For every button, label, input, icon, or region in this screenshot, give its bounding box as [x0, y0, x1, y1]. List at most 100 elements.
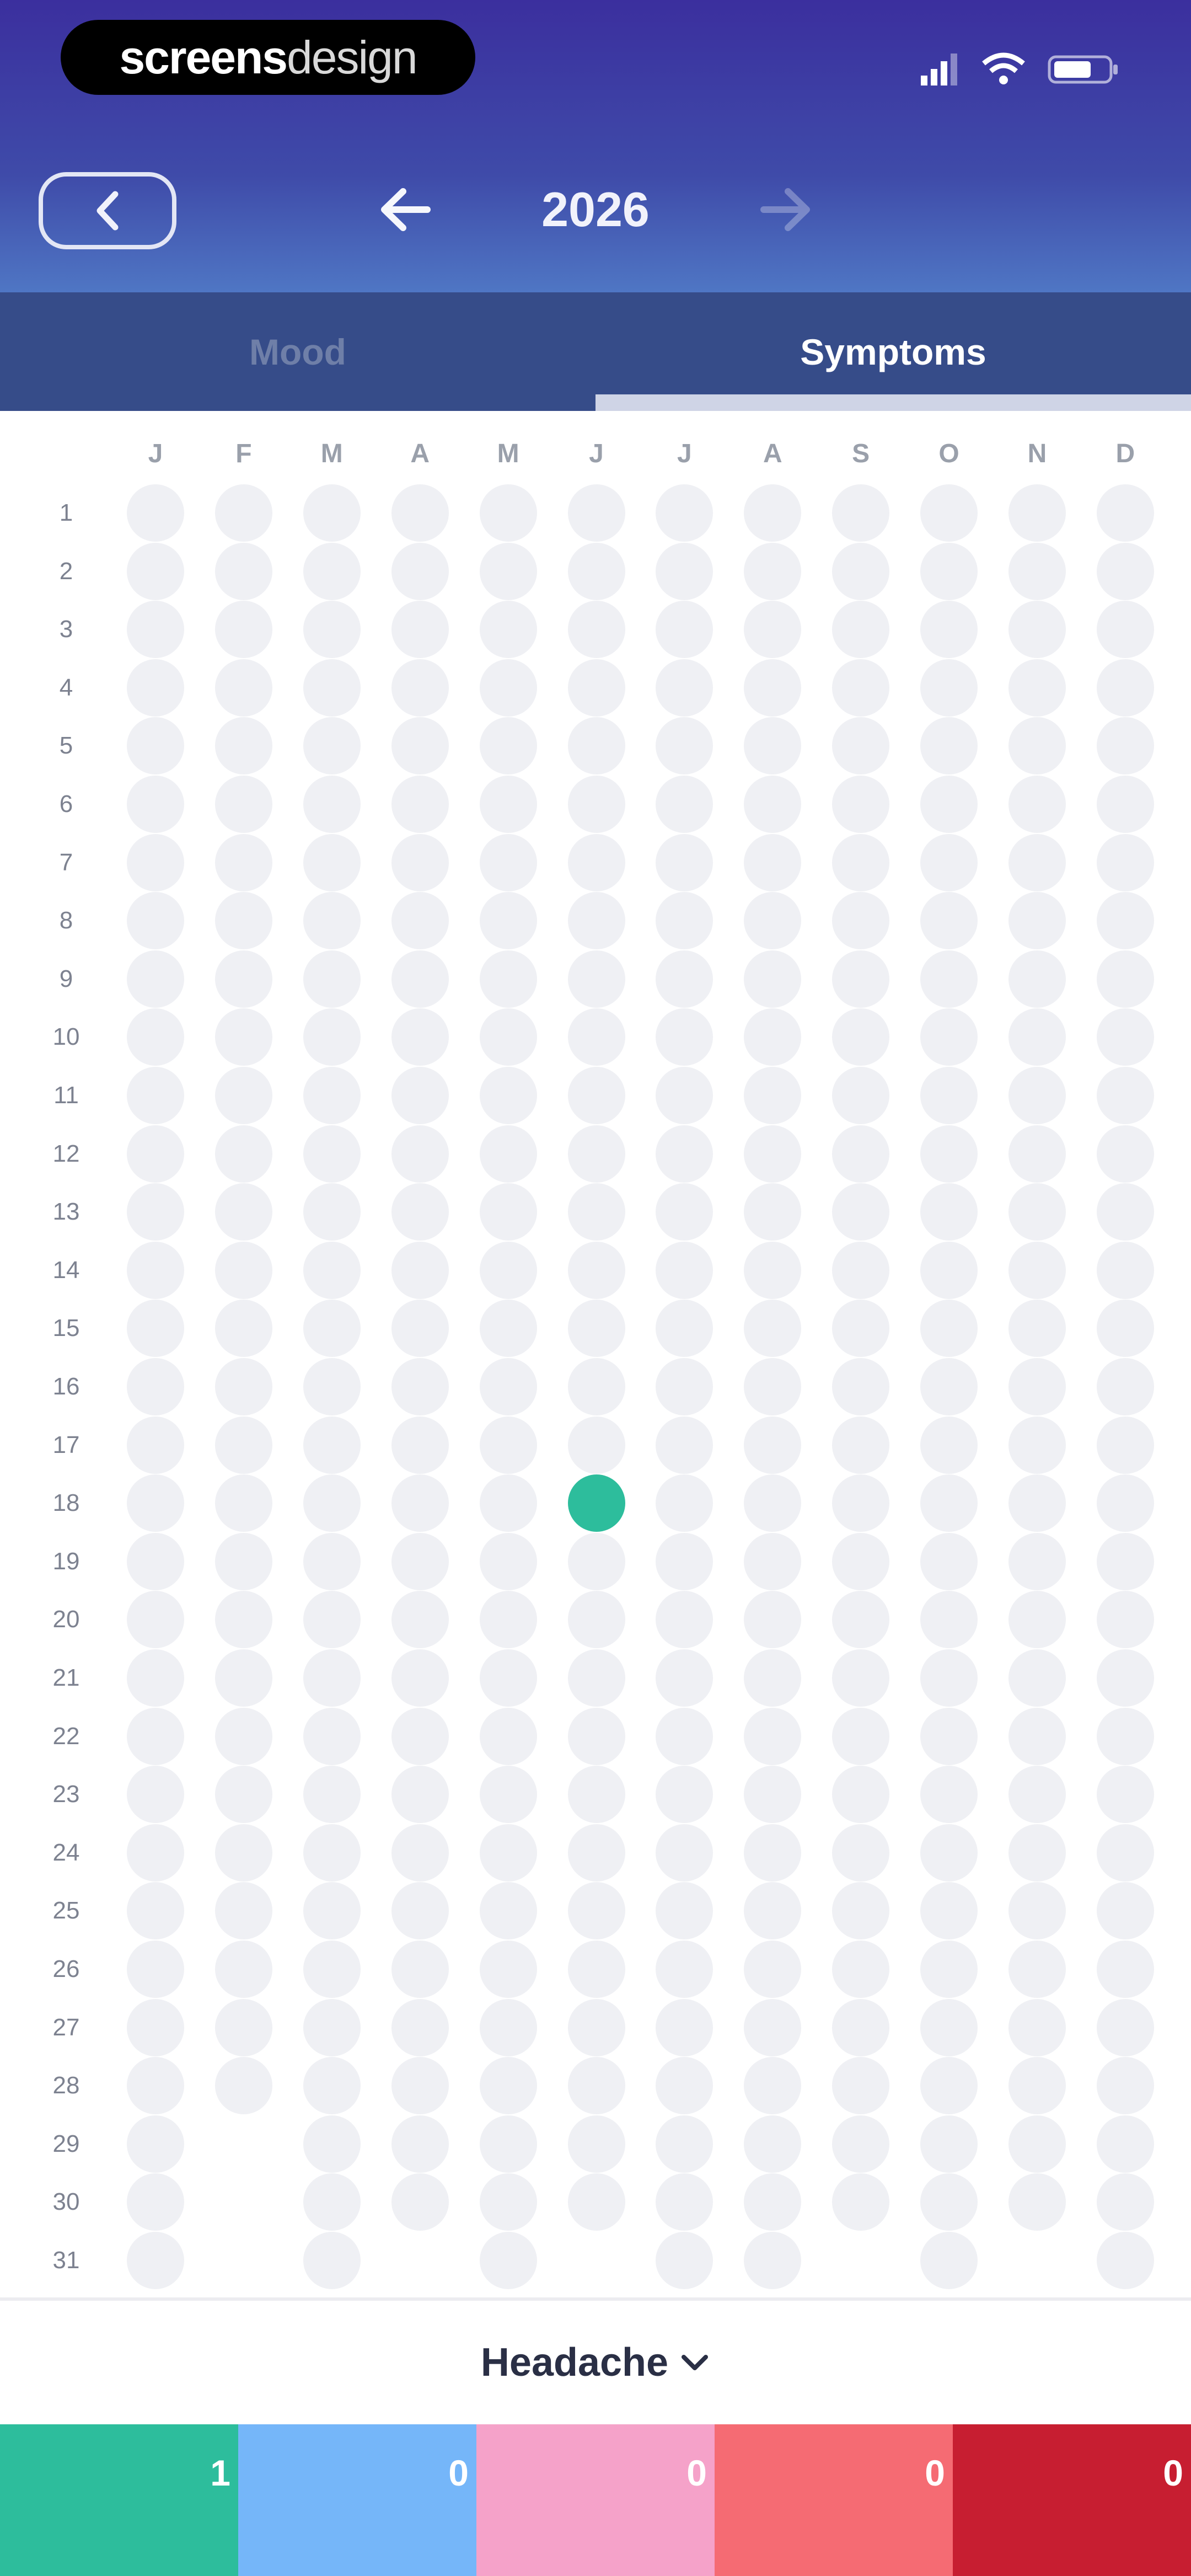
day-cell[interactable]: [1008, 2115, 1066, 2173]
day-cell[interactable]: [1008, 1300, 1066, 1358]
day-cell[interactable]: [303, 950, 361, 1008]
day-cell[interactable]: [391, 833, 449, 891]
day-cell[interactable]: [656, 2173, 713, 2231]
day-cell[interactable]: [744, 1766, 802, 1824]
day-cell[interactable]: [656, 1416, 713, 1474]
day-cell[interactable]: [567, 2173, 625, 2231]
day-cell[interactable]: [832, 717, 890, 775]
day-cell[interactable]: [656, 717, 713, 775]
day-cell[interactable]: [567, 1649, 625, 1707]
day-cell[interactable]: [479, 717, 537, 775]
day-cell[interactable]: [1096, 484, 1154, 542]
day-cell[interactable]: [832, 1941, 890, 1998]
day-cell[interactable]: [1096, 2057, 1154, 2115]
day-cell[interactable]: [479, 1241, 537, 1299]
day-cell[interactable]: [920, 1824, 978, 1882]
day-cell[interactable]: [744, 484, 802, 542]
day-cell[interactable]: [832, 1591, 890, 1649]
day-cell[interactable]: [744, 2173, 802, 2231]
day-cell[interactable]: [1096, 1882, 1154, 1940]
day-cell[interactable]: [303, 2173, 361, 2231]
day-cell[interactable]: [656, 1941, 713, 1998]
day-cell[interactable]: [303, 2057, 361, 2115]
day-cell[interactable]: [920, 659, 978, 717]
day-cell[interactable]: [303, 1183, 361, 1241]
day-cell[interactable]: [127, 1707, 184, 1765]
day-cell[interactable]: [391, 601, 449, 659]
day-cell[interactable]: [920, 2173, 978, 2231]
day-cell[interactable]: [1096, 1183, 1154, 1241]
day-cell[interactable]: [303, 601, 361, 659]
day-cell[interactable]: [567, 776, 625, 833]
day-cell[interactable]: [127, 1998, 184, 2056]
day-cell[interactable]: [1008, 776, 1066, 833]
day-cell[interactable]: [656, 1183, 713, 1241]
day-cell[interactable]: [920, 1300, 978, 1358]
day-cell[interactable]: [303, 833, 361, 891]
day-cell[interactable]: [479, 833, 537, 891]
day-cell[interactable]: [567, 484, 625, 542]
day-cell[interactable]: [391, 2173, 449, 2231]
day-cell[interactable]: [391, 1183, 449, 1241]
day-cell[interactable]: [1008, 717, 1066, 775]
day-cell[interactable]: [1096, 950, 1154, 1008]
day-cell[interactable]: [214, 1766, 272, 1824]
day-cell[interactable]: [920, 892, 978, 950]
day-cell[interactable]: [214, 1998, 272, 2056]
day-cell[interactable]: [127, 2232, 184, 2289]
day-cell[interactable]: [479, 1125, 537, 1183]
day-cell[interactable]: [1008, 1183, 1066, 1241]
day-cell[interactable]: [479, 892, 537, 950]
day-cell[interactable]: [391, 659, 449, 717]
day-cell[interactable]: [744, 1008, 802, 1066]
day-cell[interactable]: [127, 1358, 184, 1415]
day-cell[interactable]: [656, 542, 713, 600]
day-cell[interactable]: [127, 659, 184, 717]
day-cell[interactable]: [1008, 1941, 1066, 1998]
day-cell[interactable]: [303, 484, 361, 542]
day-cell[interactable]: [214, 1649, 272, 1707]
day-cell[interactable]: [391, 1824, 449, 1882]
day-cell[interactable]: [391, 1532, 449, 1590]
day-cell[interactable]: [656, 484, 713, 542]
day-cell[interactable]: [567, 1067, 625, 1124]
day-cell[interactable]: [214, 1532, 272, 1590]
day-cell[interactable]: [656, 1125, 713, 1183]
day-cell[interactable]: [127, 717, 184, 775]
day-cell[interactable]: [391, 484, 449, 542]
day-cell[interactable]: [1008, 1707, 1066, 1765]
day-cell[interactable]: [303, 1358, 361, 1415]
day-cell[interactable]: [479, 1824, 537, 1882]
day-cell[interactable]: [127, 1941, 184, 1998]
day-cell[interactable]: [303, 1125, 361, 1183]
day-cell[interactable]: [214, 950, 272, 1008]
day-cell[interactable]: [1096, 833, 1154, 891]
day-cell[interactable]: [567, 1824, 625, 1882]
day-cell[interactable]: [127, 2173, 184, 2231]
day-cell[interactable]: [1096, 2115, 1154, 2173]
day-cell[interactable]: [127, 1183, 184, 1241]
day-cell[interactable]: [391, 1125, 449, 1183]
day-cell[interactable]: [479, 1067, 537, 1124]
day-cell[interactable]: [391, 2057, 449, 2115]
day-cell[interactable]: [656, 2232, 713, 2289]
day-cell[interactable]: [744, 1416, 802, 1474]
day-cell[interactable]: [744, 1649, 802, 1707]
day-cell[interactable]: [920, 1707, 978, 1765]
day-cell[interactable]: [744, 1241, 802, 1299]
day-cell[interactable]: [832, 1766, 890, 1824]
day-cell[interactable]: [567, 1416, 625, 1474]
day-cell[interactable]: [1008, 1649, 1066, 1707]
day-cell[interactable]: [127, 542, 184, 600]
day-cell[interactable]: [1096, 1998, 1154, 2056]
day-cell[interactable]: [744, 1941, 802, 1998]
day-cell[interactable]: [1096, 659, 1154, 717]
day-cell[interactable]: [567, 1183, 625, 1241]
day-cell[interactable]: [1008, 484, 1066, 542]
day-cell[interactable]: [391, 1882, 449, 1940]
day-cell[interactable]: [656, 1649, 713, 1707]
day-cell[interactable]: [656, 1707, 713, 1765]
day-cell[interactable]: [127, 950, 184, 1008]
day-cell[interactable]: [479, 1300, 537, 1358]
day-cell[interactable]: [1008, 1241, 1066, 1299]
